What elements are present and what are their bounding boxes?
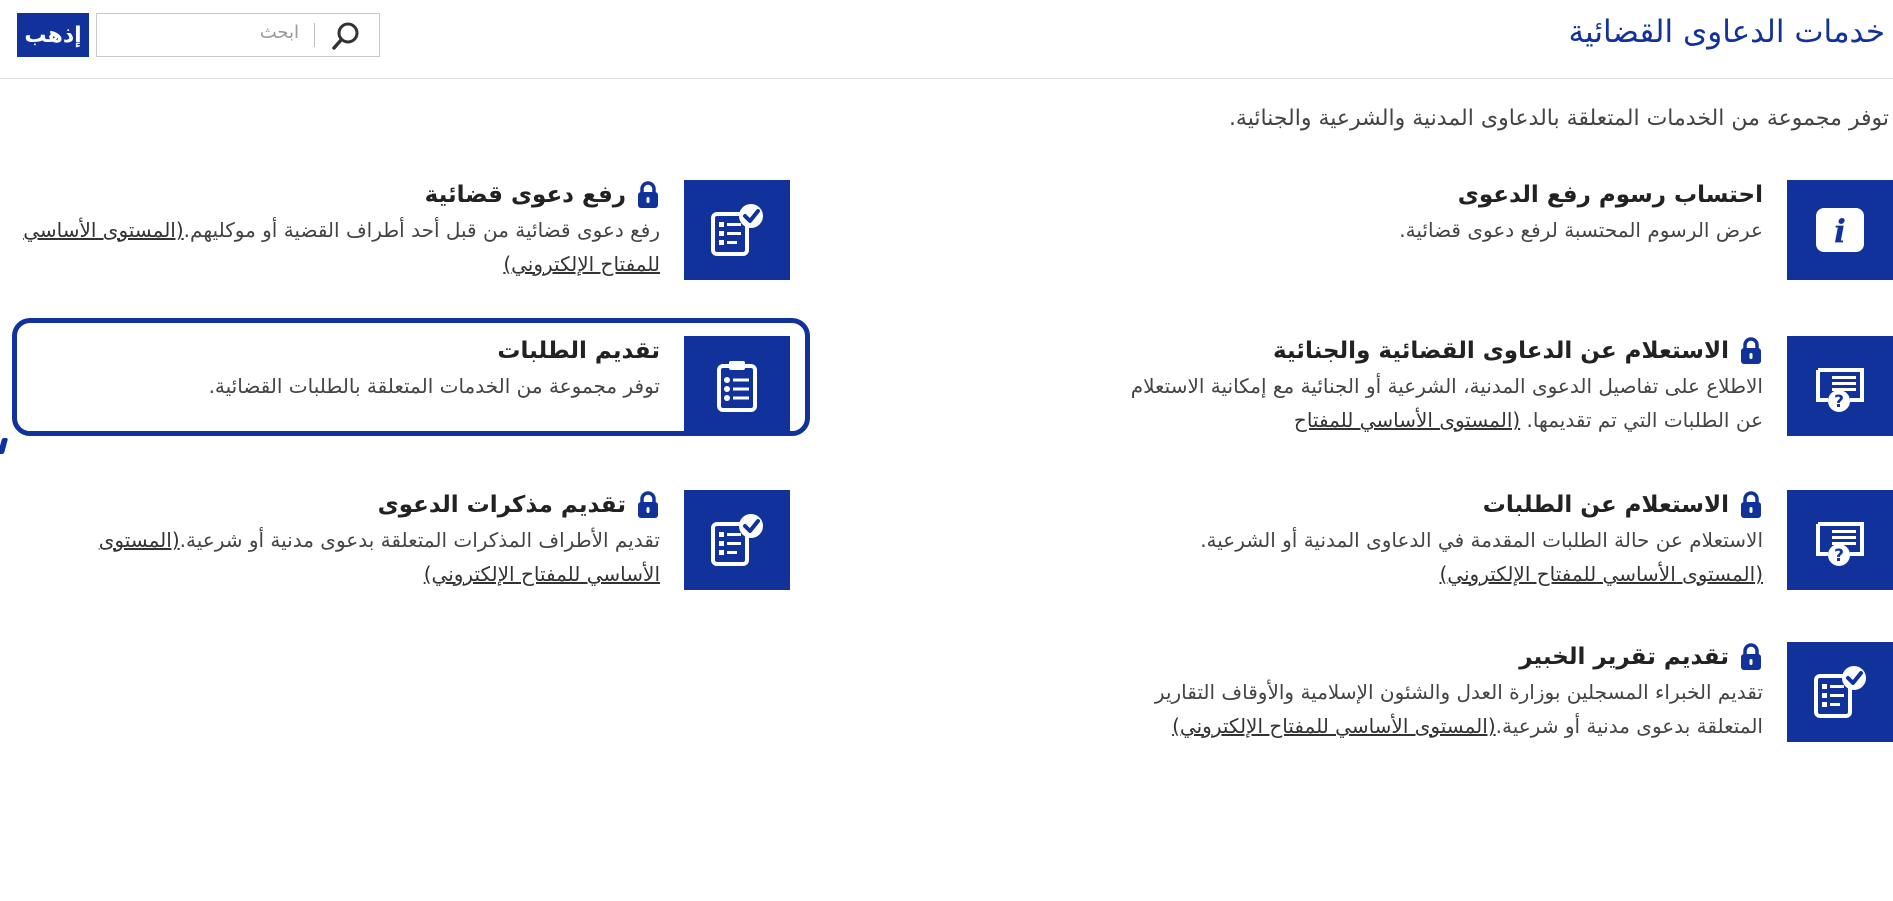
- card-text: احتساب رسوم رفع الدعوى عرض الرسوم المحتس…: [1003, 177, 1763, 247]
- lock-icon: [636, 491, 660, 519]
- card-title-label[interactable]: تقديم الطلبات: [497, 333, 660, 369]
- access-level-link[interactable]: (المستوى الأساسي للمفتاح: [1294, 408, 1520, 432]
- card-text: تقديم تقرير الخبير تقديم الخبراء المسجلي…: [1123, 639, 1763, 743]
- service-card-expert-report[interactable]: تقديم تقرير الخبير تقديم الخبراء المسجلي…: [1093, 642, 1893, 742]
- card-desc-text: توفر مجموعة من الخدمات المتعلقة بالطلبات…: [208, 374, 660, 398]
- svg-text:i: i: [1834, 212, 1846, 250]
- go-button[interactable]: إذهب: [17, 13, 89, 57]
- card-icon-box: [1787, 642, 1893, 742]
- search-box[interactable]: ابحث: [96, 13, 380, 57]
- access-level-link[interactable]: (المستوى الأساسي للمفتاح الإلكتروني): [1172, 714, 1496, 738]
- card-text: الاستعلام عن الطلبات الاستعلام عن حالة ا…: [1123, 487, 1763, 591]
- card-title-label[interactable]: الاستعلام عن الدعاوى القضائية والجنائية: [1273, 333, 1729, 369]
- card-text: تقديم مذكرات الدعوى تقديم الأطراف المذكر…: [20, 487, 660, 591]
- card-title[interactable]: الاستعلام عن الدعاوى القضائية والجنائية: [1103, 333, 1763, 369]
- card-icon-box: i: [1787, 180, 1893, 280]
- svg-text:?: ?: [1834, 392, 1844, 412]
- card-title[interactable]: تقديم الطلبات: [20, 333, 660, 369]
- card-description: الاطلاع على تفاصيل الدعوى المدنية، الشرع…: [1103, 369, 1763, 437]
- card-title-label[interactable]: رفع دعوى قضائية: [425, 177, 626, 213]
- search-separator: [314, 23, 315, 47]
- service-card-fee-calculation[interactable]: i احتساب رسوم رفع الدعوى عرض الرسوم المح…: [1093, 180, 1893, 280]
- search-icon[interactable]: [331, 21, 361, 51]
- checklist-approve-icon: [711, 204, 763, 256]
- access-level-link[interactable]: (المستوى الأساسي للمفتاح الإلكتروني): [1440, 562, 1764, 586]
- card-title[interactable]: احتساب رسوم رفع الدعوى: [1003, 177, 1763, 213]
- checklist-approve-icon: [711, 514, 763, 566]
- card-title-label[interactable]: تقديم مذكرات الدعوى: [378, 487, 626, 523]
- card-description: توفر مجموعة من الخدمات المتعلقة بالطلبات…: [20, 369, 660, 403]
- service-card-file-lawsuit[interactable]: رفع دعوى قضائية رفع دعوى قضائية من قبل أ…: [0, 180, 790, 280]
- card-icon-box: ?: [1787, 336, 1893, 436]
- card-text: تقديم الطلبات توفر مجموعة من الخدمات الم…: [20, 333, 660, 403]
- lock-icon: [1739, 337, 1763, 365]
- info-icon: i: [1816, 208, 1864, 252]
- card-description: عرض الرسوم المحتسبة لرفع دعوى قضائية.: [1003, 213, 1763, 247]
- service-card-case-inquiry[interactable]: ? الاستعلام عن الدعاوى القضائية والجنائي…: [1093, 336, 1893, 436]
- lock-icon: [1739, 491, 1763, 519]
- card-desc-text: الاستعلام عن حالة الطلبات المقدمة في الد…: [1200, 528, 1763, 552]
- card-icon-box: ?: [1787, 490, 1893, 590]
- lock-icon: [1739, 643, 1763, 671]
- card-desc-text: تقديم الأطراف المذكرات المتعلقة بدعوى مد…: [179, 528, 660, 552]
- card-title[interactable]: الاستعلام عن الطلبات: [1123, 487, 1763, 523]
- card-title[interactable]: تقديم تقرير الخبير: [1123, 639, 1763, 675]
- card-description: رفع دعوى قضائية من قبل أحد أطراف القضية …: [20, 213, 660, 281]
- svg-text:?: ?: [1834, 546, 1844, 566]
- card-icon-box: [684, 336, 790, 436]
- card-description: تقديم الخبراء المسجلين بوزارة العدل والش…: [1123, 675, 1763, 743]
- inquiry-screen-icon: ?: [1816, 522, 1864, 566]
- card-description: تقديم الأطراف المذكرات المتعلقة بدعوى مد…: [20, 523, 660, 591]
- card-title[interactable]: رفع دعوى قضائية: [20, 177, 660, 213]
- inquiry-screen-icon: ?: [1816, 368, 1864, 412]
- page-title: خدمات الدعاوى القضائية: [1568, 14, 1885, 50]
- card-text: رفع دعوى قضائية رفع دعوى قضائية من قبل أ…: [20, 177, 660, 281]
- card-title-label[interactable]: تقديم تقرير الخبير: [1519, 639, 1729, 675]
- card-title-label[interactable]: احتساب رسوم رفع الدعوى: [1458, 177, 1763, 213]
- lock-icon: [636, 181, 660, 209]
- service-card-request-inquiry[interactable]: ? الاستعلام عن الطلبات الاستعلام عن حالة…: [1093, 490, 1893, 590]
- card-description: الاستعلام عن حالة الطلبات المقدمة في الد…: [1123, 523, 1763, 591]
- edge-mark: [0, 438, 9, 454]
- service-card-submit-requests[interactable]: تقديم الطلبات توفر مجموعة من الخدمات الم…: [0, 336, 790, 436]
- card-text: الاستعلام عن الدعاوى القضائية والجنائية …: [1103, 333, 1763, 437]
- card-desc-text: عرض الرسوم المحتسبة لرفع دعوى قضائية.: [1399, 218, 1763, 242]
- card-title[interactable]: تقديم مذكرات الدعوى: [20, 487, 660, 523]
- checklist-approve-icon: [1814, 666, 1866, 718]
- card-icon-box: [684, 180, 790, 280]
- search-placeholder: ابحث: [259, 22, 299, 43]
- card-title-label[interactable]: الاستعلام عن الطلبات: [1483, 487, 1729, 523]
- card-icon-box: [684, 490, 790, 590]
- header-divider: [0, 78, 1893, 79]
- intro-text: توفر مجموعة من الخدمات المتعلقة بالدعاوى…: [1228, 106, 1889, 131]
- card-desc-text: رفع دعوى قضائية من قبل أحد أطراف القضية …: [183, 218, 660, 242]
- service-card-submit-memos[interactable]: تقديم مذكرات الدعوى تقديم الأطراف المذكر…: [0, 490, 790, 590]
- clipboard-list-icon: [717, 361, 757, 412]
